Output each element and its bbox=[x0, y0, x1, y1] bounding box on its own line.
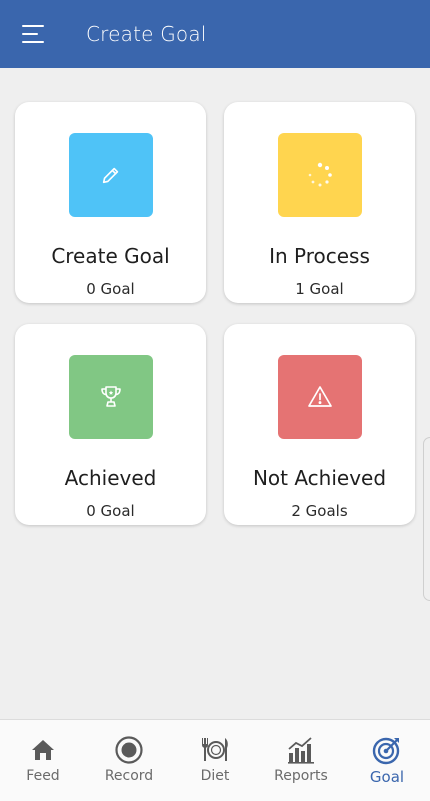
in-process-tile bbox=[278, 133, 362, 217]
nav-label: Diet bbox=[200, 768, 230, 784]
nav-label: Goal bbox=[369, 768, 405, 786]
create-goal-tile bbox=[69, 133, 153, 217]
app-bar: Create Goal bbox=[0, 0, 430, 68]
nav-item-record[interactable]: Record bbox=[86, 720, 172, 801]
create-goal-card[interactable]: Create Goal 0 Goal bbox=[15, 102, 206, 303]
warning-icon bbox=[308, 386, 332, 407]
page-title: Create Goal bbox=[86, 22, 207, 46]
nav-item-feed[interactable]: Feed bbox=[0, 720, 86, 801]
card-count: 0 Goal bbox=[86, 502, 135, 520]
nav-label: Feed bbox=[26, 768, 60, 784]
nav-item-diet[interactable]: Diet bbox=[172, 720, 258, 801]
trophy-icon bbox=[101, 386, 121, 407]
nav-label: Reports bbox=[274, 768, 328, 784]
card-count: 0 Goal bbox=[86, 280, 135, 298]
nav-label: Record bbox=[104, 768, 154, 784]
bottom-navigation: Feed Record Diet Reports Goal bbox=[0, 719, 430, 801]
card-count: 2 Goals bbox=[291, 502, 348, 520]
hamburger-menu-icon[interactable] bbox=[22, 24, 44, 44]
achieved-tile bbox=[69, 355, 153, 439]
pencil-icon bbox=[102, 167, 119, 184]
card-title: Create Goal bbox=[51, 244, 170, 268]
loading-spinner-icon bbox=[308, 162, 332, 187]
side-drawer-handle[interactable] bbox=[423, 437, 430, 601]
reports-icon bbox=[288, 737, 314, 764]
record-icon bbox=[115, 736, 143, 764]
nav-item-goal[interactable]: Goal bbox=[344, 720, 430, 801]
target-icon bbox=[372, 737, 400, 765]
not-achieved-card[interactable]: Not Achieved 2 Goals bbox=[224, 324, 415, 525]
card-title: In Process bbox=[269, 244, 370, 268]
diet-icon bbox=[202, 738, 228, 761]
home-icon bbox=[32, 740, 54, 760]
nav-item-reports[interactable]: Reports bbox=[258, 720, 344, 801]
card-title: Achieved bbox=[64, 466, 157, 490]
in-process-card[interactable]: In Process 1 Goal bbox=[224, 102, 415, 303]
card-count: 1 Goal bbox=[295, 280, 344, 298]
card-title: Not Achieved bbox=[252, 466, 387, 490]
achieved-card[interactable]: Achieved 0 Goal bbox=[15, 324, 206, 525]
not-achieved-tile bbox=[278, 355, 362, 439]
